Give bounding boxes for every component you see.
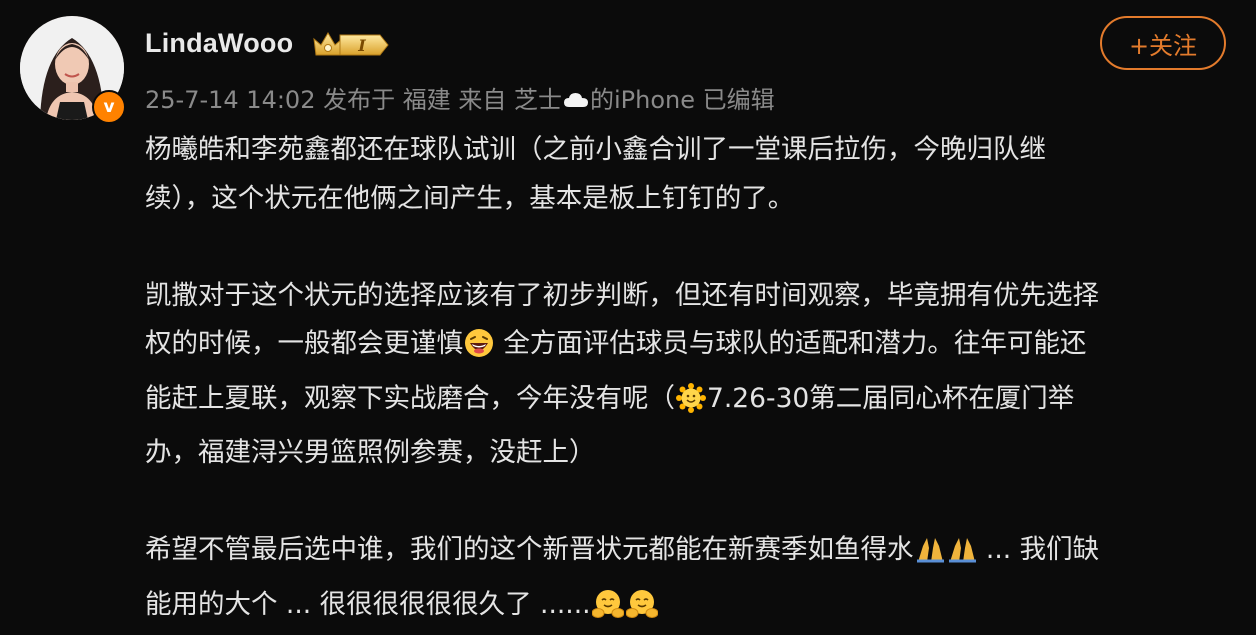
meta-device-edited: 的iPhone 已编辑 bbox=[590, 86, 775, 114]
verified-badge: v bbox=[92, 90, 126, 124]
svg-text:I: I bbox=[357, 36, 366, 55]
meta-time-location-source: 25-7-14 14:02 发布于 福建 来自 芝士 bbox=[145, 86, 562, 114]
paragraph-2-line-2: 权的时候，一般都会更谨慎 全方面评估球员与球队的适配和潜力。往年可能还 bbox=[145, 320, 1225, 375]
folded-hands-emoji-icon bbox=[915, 532, 945, 581]
paragraph-1-line-2: 续），这个状元在他俩之间产生，基本是板上钉钉的了。 bbox=[145, 175, 1225, 224]
grinning-squint-emoji-icon bbox=[464, 326, 494, 375]
paragraph-2-line-1: 凯撒对于这个状元的选择应该有了初步判断，但还有时间观察，毕竟拥有优先选择 bbox=[145, 272, 1225, 321]
folded-hands-emoji-icon bbox=[947, 532, 977, 581]
hugging-face-emoji-icon bbox=[626, 587, 658, 635]
text-segment: ... 我们缺 bbox=[978, 534, 1100, 565]
paragraph-2-line-3: 能赶上夏联，观察下实战磨合，今年没有呢（ 7.26-30第二届同心杯在厦门举 bbox=[145, 375, 1225, 430]
sun-face-emoji-icon bbox=[676, 381, 706, 430]
username[interactable]: LindaWooo bbox=[145, 28, 293, 59]
text-segment: 7.26-30第二届同心杯在厦门举 bbox=[707, 383, 1074, 414]
post-meta: 25-7-14 14:02 发布于 福建 来自 芝士的iPhone 已编辑 bbox=[145, 80, 775, 115]
hugging-face-emoji-icon bbox=[592, 587, 624, 635]
text-segment: 希望不管最后选中谁，我们的这个新晋状元都能在新赛季如鱼得水 bbox=[145, 534, 914, 565]
post-body: 杨曦皓和李苑鑫都还在球队试训（之前小鑫合训了一堂课后拉伤，今晚归队继 续），这个… bbox=[145, 126, 1225, 635]
cloud-icon bbox=[563, 87, 589, 115]
text-segment: 能赶上夏联，观察下实战磨合，今年没有呢（ bbox=[145, 383, 675, 414]
text-segment: 能用的大个 ... 很很很很很很久了 ...... bbox=[145, 589, 591, 620]
text-segment: 全方面评估球员与球队的适配和潜力。往年可能还 bbox=[495, 328, 1086, 359]
paragraph-2-line-4: 办，福建浔兴男篮照例参赛，没赶上） bbox=[145, 429, 1225, 478]
text-segment: 权的时候，一般都会更谨慎 bbox=[145, 328, 463, 359]
crown-level-badge-icon[interactable]: I bbox=[312, 29, 390, 65]
paragraph-3-line-2: 能用的大个 ... 很很很很很很久了 ...... bbox=[145, 581, 1225, 635]
follow-button[interactable]: +关注 bbox=[1100, 16, 1226, 70]
paragraph-3-line-1: 希望不管最后选中谁，我们的这个新晋状元都能在新赛季如鱼得水 ... 我们缺 bbox=[145, 526, 1225, 581]
paragraph-1-line-1: 杨曦皓和李苑鑫都还在球队试训（之前小鑫合训了一堂课后拉伤，今晚归队继 bbox=[145, 126, 1225, 175]
